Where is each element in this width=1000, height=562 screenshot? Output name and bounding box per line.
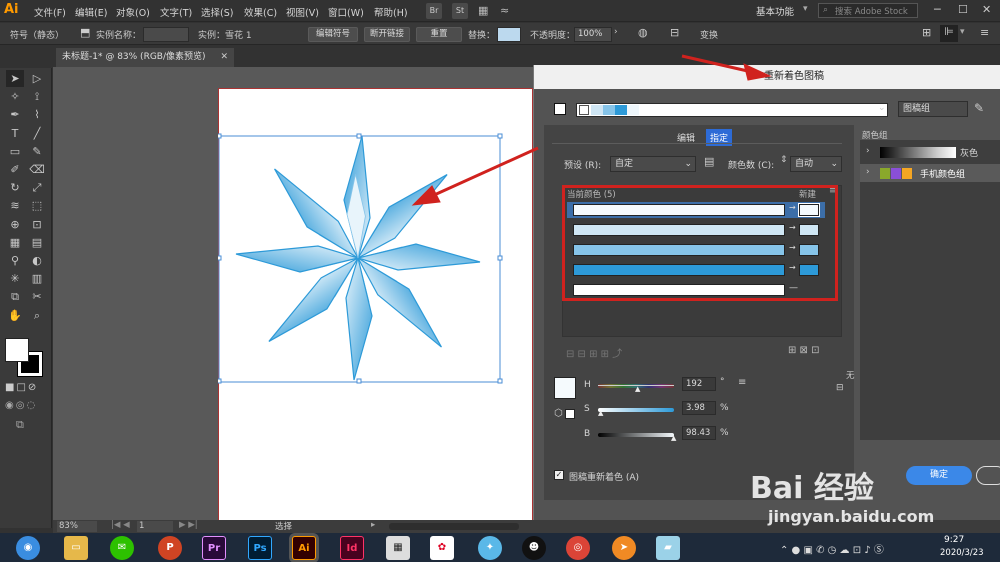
- premiere-icon[interactable]: Pr: [202, 536, 226, 560]
- watermark-brand: Bai 经验: [750, 471, 874, 506]
- start-button[interactable]: ◉: [16, 536, 40, 560]
- app-flower-icon[interactable]: ✿: [430, 536, 454, 560]
- file-explorer-icon[interactable]: ▭: [64, 536, 88, 560]
- qq-icon[interactable]: ☻: [522, 536, 546, 560]
- video-editor-icon[interactable]: ▦: [386, 536, 410, 560]
- clock-date: 2020/3/23: [940, 548, 984, 558]
- indesign-icon[interactable]: Id: [340, 536, 364, 560]
- wechat-icon[interactable]: ✉: [110, 536, 134, 560]
- app-orange-icon[interactable]: ➤: [612, 536, 636, 560]
- app-bird-icon[interactable]: ✦: [478, 536, 502, 560]
- photoshop-icon[interactable]: Ps: [248, 536, 272, 560]
- chrome-icon[interactable]: ◎: [566, 536, 590, 560]
- tray-icons[interactable]: ⌃ ● ▣ ✆ ◷ ☁ ⊡ ♪ Ⓢ: [780, 541, 884, 556]
- illustrator-taskbar-icon[interactable]: Ai: [292, 536, 316, 560]
- baidu-watermark: Bai 经验 jingyan.baidu.com: [746, 455, 996, 535]
- powerpoint-icon[interactable]: P: [158, 536, 182, 560]
- app-note-icon[interactable]: ▰: [656, 536, 680, 560]
- watermark-url: jingyan.baidu.com: [768, 507, 935, 526]
- clock-time: 9:27: [944, 535, 965, 545]
